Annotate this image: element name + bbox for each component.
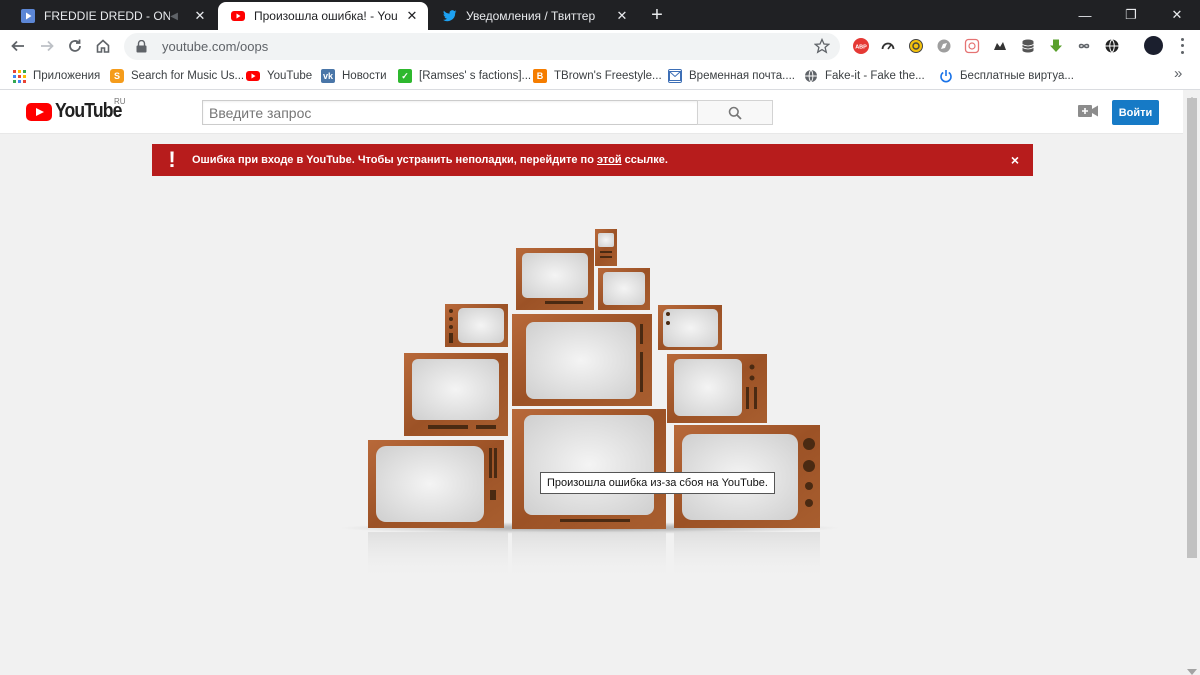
bookmark-label: YouTube	[267, 70, 313, 82]
bookmark-label: Search for Music Us...	[131, 70, 245, 82]
error-message-tooltip: Произошла ошибка из-за сбоя на YouTube.	[540, 472, 775, 494]
tab-twitter-notifications[interactable]: Уведомления / Твиттер ✕	[430, 2, 638, 30]
bookmark-label: Бесплатные виртуа...	[960, 70, 1074, 82]
region-code: RU	[114, 97, 126, 106]
bookmark-star-icon[interactable]	[813, 37, 831, 54]
alert-help-link[interactable]: этой	[597, 154, 622, 166]
home-button[interactable]	[91, 34, 115, 58]
search-field[interactable]	[202, 100, 698, 125]
youtube-logo-text: YouTube	[55, 100, 122, 122]
alert-text-end: ссылке.	[621, 154, 668, 166]
bookmark-fake-it[interactable]: Fake-it - Fake the...	[804, 67, 925, 85]
youtube-favicon-icon	[230, 8, 246, 24]
bookmark-free-virtual[interactable]: Бесплатные виртуа...	[939, 67, 1074, 85]
profile-avatar[interactable]	[1144, 36, 1163, 55]
scroll-down-arrow-icon[interactable]	[1187, 664, 1197, 675]
youtube-play-icon	[26, 102, 52, 121]
apps-grid-icon	[12, 69, 26, 83]
youtube-masthead: YouTube RU Войти	[0, 90, 1200, 134]
minimize-icon[interactable]: —	[1062, 0, 1108, 30]
bookmark-apps[interactable]: Приложения	[12, 67, 100, 85]
blogger-icon: B	[533, 69, 547, 83]
tab-title: Уведомления / Твиттер	[466, 9, 596, 23]
tab-close-icon[interactable]: ✕	[614, 8, 630, 24]
video-favicon-icon	[20, 8, 36, 24]
tab-close-icon[interactable]: ✕	[404, 8, 420, 24]
compass-extension-icon[interactable]	[936, 38, 952, 54]
tab-close-icon[interactable]: ✕	[192, 8, 208, 24]
vk-icon: vk	[321, 69, 335, 83]
signin-error-alert: ! Ошибка при входе в YouTube. Чтобы устр…	[152, 144, 1033, 176]
arrow-right-icon	[41, 40, 54, 52]
tab-title: Произошла ошибка! - YouTube	[254, 9, 398, 23]
scrollbar-thumb[interactable]	[1187, 98, 1197, 558]
bookmark-label: Новости	[342, 70, 387, 82]
bookmark-ramses-factions[interactable]: ✓ [Ramses' s factions]...	[398, 67, 531, 85]
youtube-icon	[246, 69, 260, 83]
search-input[interactable]	[203, 101, 698, 124]
chrome-menu-icon[interactable]	[1174, 36, 1190, 56]
bookmark-label: TBrown's Freestyle...	[554, 70, 662, 82]
address-bar[interactable]: youtube.com/oops	[124, 33, 840, 60]
bookmark-temp-mail[interactable]: Временная почта....	[668, 67, 795, 85]
bookmark-label: Временная почта....	[689, 70, 795, 82]
download-arrow-icon[interactable]	[1048, 38, 1064, 54]
arrow-left-icon	[11, 40, 24, 52]
adblock-plus-icon[interactable]: ABP	[853, 38, 869, 54]
youtube-logo[interactable]: YouTube RU	[26, 97, 131, 123]
new-tab-button[interactable]: +	[645, 5, 669, 27]
bookmark-vk-news[interactable]: vk Новости	[321, 67, 387, 85]
broken-tvs-illustration	[340, 220, 840, 580]
search-button[interactable]	[697, 100, 773, 125]
url-text[interactable]: youtube.com/oops	[162, 39, 268, 54]
video-upload-icon[interactable]	[1078, 104, 1098, 120]
window-controls: — ❐ ✕	[1062, 0, 1200, 30]
exclamation-icon: !	[168, 147, 176, 172]
browser-tab-strip: FREDDIE DREDD - ON ME ◀ ✕ Произошла ошиб…	[0, 0, 1200, 30]
browser-toolbar: youtube.com/oops ABP	[0, 30, 1200, 62]
green-site-icon: ✓	[398, 69, 412, 83]
forward-button[interactable]	[35, 34, 59, 58]
power-icon	[939, 69, 953, 83]
bookmark-label: Fake-it - Fake the...	[825, 70, 925, 82]
home-icon	[96, 39, 110, 53]
tab-freddie-dredd[interactable]: FREDDIE DREDD - ON ME ◀ ✕	[8, 2, 216, 30]
sign-in-button[interactable]: Войти	[1112, 100, 1159, 125]
bookmarks-overflow-icon[interactable]: »	[1174, 65, 1182, 82]
alert-message: Ошибка при входе в YouTube. Чтобы устран…	[192, 154, 668, 166]
speedometer-icon[interactable]	[880, 38, 896, 54]
coin-extension-icon[interactable]	[908, 38, 924, 54]
audio-mute-icon[interactable]: ◀	[170, 11, 178, 22]
window-close-icon[interactable]: ✕	[1154, 0, 1200, 30]
search-icon	[728, 106, 742, 120]
bookmark-label: Приложения	[33, 70, 101, 82]
tab-youtube-error[interactable]: Произошла ошибка! - YouTube ✕	[218, 2, 428, 30]
bookmark-youtube[interactable]: YouTube	[246, 67, 312, 85]
tv-stack-image	[340, 229, 840, 580]
restore-icon[interactable]: ❐	[1108, 0, 1154, 30]
translate-extension-icon[interactable]	[964, 38, 980, 54]
infinity-icon[interactable]	[1076, 38, 1092, 54]
reload-button[interactable]	[63, 34, 87, 58]
lock-icon[interactable]	[136, 40, 150, 54]
svg-text:ABP: ABP	[855, 45, 867, 51]
mail-icon	[668, 69, 682, 83]
bookmark-label: [Ramses' s factions]...	[419, 70, 532, 82]
alert-text: Ошибка при входе в YouTube. Чтобы устран…	[192, 154, 597, 166]
back-button[interactable]	[6, 34, 30, 58]
bookmark-tbrown-freestyle[interactable]: B TBrown's Freestyle...	[533, 67, 662, 85]
alert-close-icon[interactable]: ×	[1011, 152, 1019, 168]
bookmark-search-music[interactable]: S Search for Music Us...	[110, 67, 244, 85]
pawn-extension-icon[interactable]	[992, 38, 1008, 54]
vpn-globe-icon[interactable]	[1104, 38, 1120, 54]
reload-icon	[69, 39, 81, 52]
globe-icon	[804, 69, 818, 83]
tab-title: FREDDIE DREDD - ON ME	[44, 9, 171, 23]
twitter-favicon-icon	[442, 8, 458, 24]
bookmarks-bar: Приложения S Search for Music Us... YouT…	[0, 62, 1200, 90]
database-extension-icon[interactable]	[1020, 38, 1036, 54]
shazam-icon: S	[110, 69, 124, 83]
